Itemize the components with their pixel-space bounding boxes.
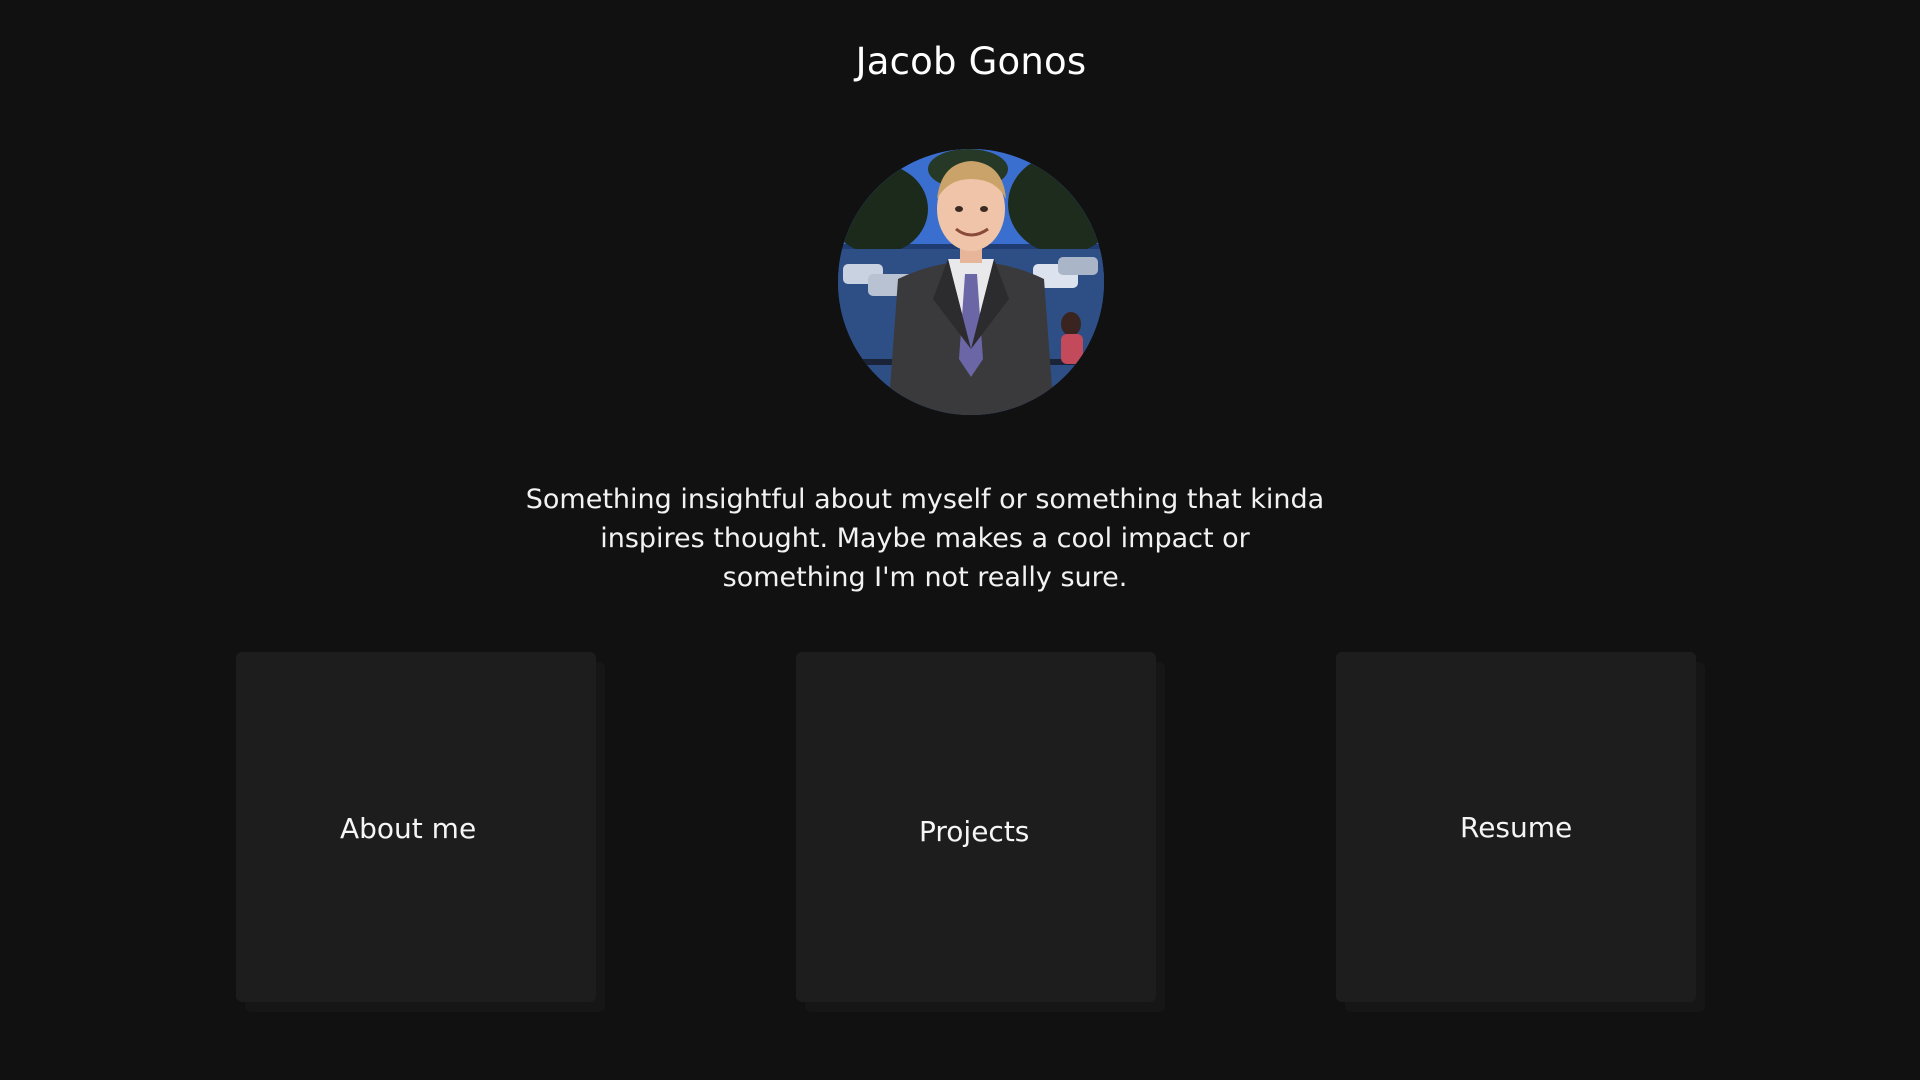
bio-text: Something insightful about myself or som… — [525, 484, 1325, 593]
page-title: Jacob Gonos — [855, 40, 1087, 83]
resume-card[interactable]: Resume — [1336, 652, 1696, 1002]
page: Jacob Gonos Something insightful about m… — [0, 0, 1920, 1080]
about-me-card[interactable]: About me — [236, 652, 596, 1002]
projects-card[interactable]: Projects — [796, 652, 1156, 1002]
projects-label: Projects — [919, 815, 1030, 848]
about-me-label: About me — [340, 812, 477, 845]
avatar — [838, 149, 1104, 415]
resume-label: Resume — [1460, 811, 1573, 844]
